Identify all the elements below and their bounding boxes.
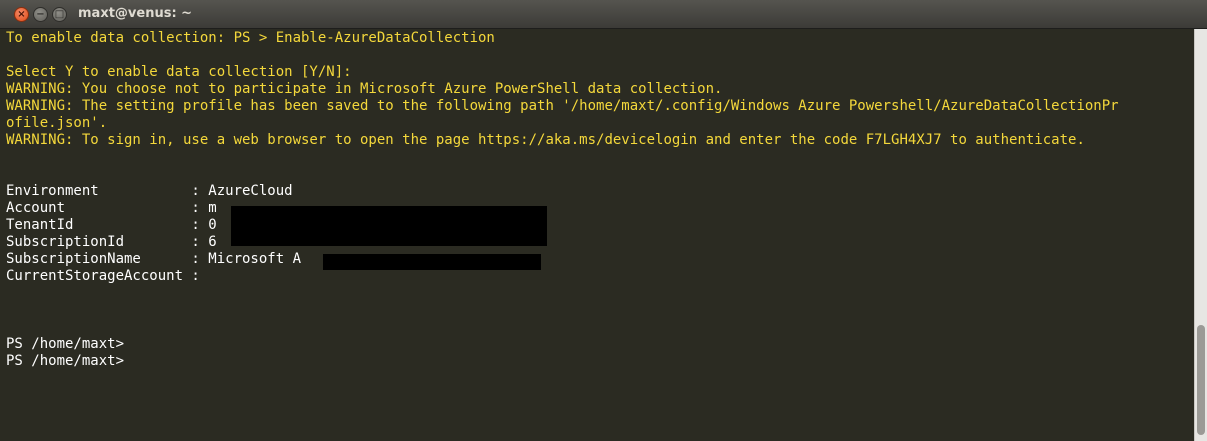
terminal-line: Account : m bbox=[6, 200, 217, 216]
terminal-line: CurrentStorageAccount : bbox=[6, 268, 200, 284]
minimize-button[interactable]: − bbox=[33, 7, 48, 22]
vertical-scrollbar[interactable] bbox=[1194, 29, 1207, 441]
terminal-line: Select Y to enable data collection [Y/N]… bbox=[6, 64, 352, 80]
window-title: maxt@venus: ~ bbox=[78, 6, 193, 21]
terminal-line: WARNING: To sign in, use a web browser t… bbox=[6, 132, 1085, 148]
terminal-window: × − □ maxt@venus: ~ To enable data colle… bbox=[0, 0, 1207, 441]
terminal-line: SubscriptionId : 6 bbox=[6, 234, 217, 250]
terminal-line: TenantId : 0 bbox=[6, 217, 217, 233]
title-bar[interactable]: × − □ maxt@venus: ~ bbox=[0, 0, 1207, 29]
terminal-line: PS /home/maxt> bbox=[6, 353, 125, 369]
close-button[interactable]: × bbox=[14, 7, 29, 22]
redaction-box bbox=[231, 206, 547, 246]
terminal-line: WARNING: The setting profile has been sa… bbox=[6, 98, 1119, 114]
terminal-line: SubscriptionName : Microsoft A bbox=[6, 251, 302, 267]
terminal-output[interactable]: To enable data collection: PS > Enable-A… bbox=[0, 29, 1194, 441]
scrollbar-thumb[interactable] bbox=[1197, 325, 1205, 435]
terminal-line: To enable data collection: PS > Enable-A… bbox=[6, 30, 495, 46]
close-icon: × bbox=[17, 8, 26, 20]
maximize-icon: □ bbox=[54, 8, 65, 20]
maximize-button[interactable]: □ bbox=[52, 7, 67, 22]
minimize-icon: − bbox=[36, 8, 45, 20]
terminal-line: PS /home/maxt> bbox=[6, 336, 125, 352]
terminal-line: WARNING: You choose not to participate i… bbox=[6, 81, 723, 97]
redaction-box bbox=[323, 254, 541, 270]
terminal-line: Environment : AzureCloud bbox=[6, 183, 293, 199]
terminal-line: ofile.json'. bbox=[6, 115, 108, 131]
